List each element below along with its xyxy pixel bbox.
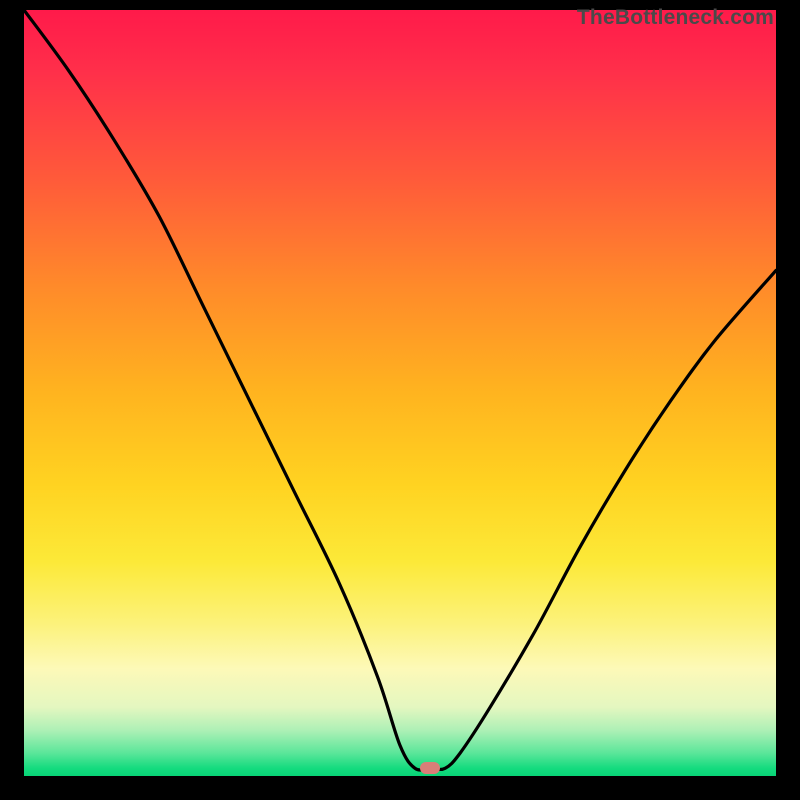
- attribution-watermark: TheBottleneck.com: [577, 6, 774, 30]
- curve-path: [24, 10, 776, 770]
- plot-area: [24, 10, 776, 776]
- bottleneck-curve: [24, 10, 776, 776]
- chart-frame: TheBottleneck.com: [0, 0, 800, 800]
- optimal-marker: [420, 762, 440, 774]
